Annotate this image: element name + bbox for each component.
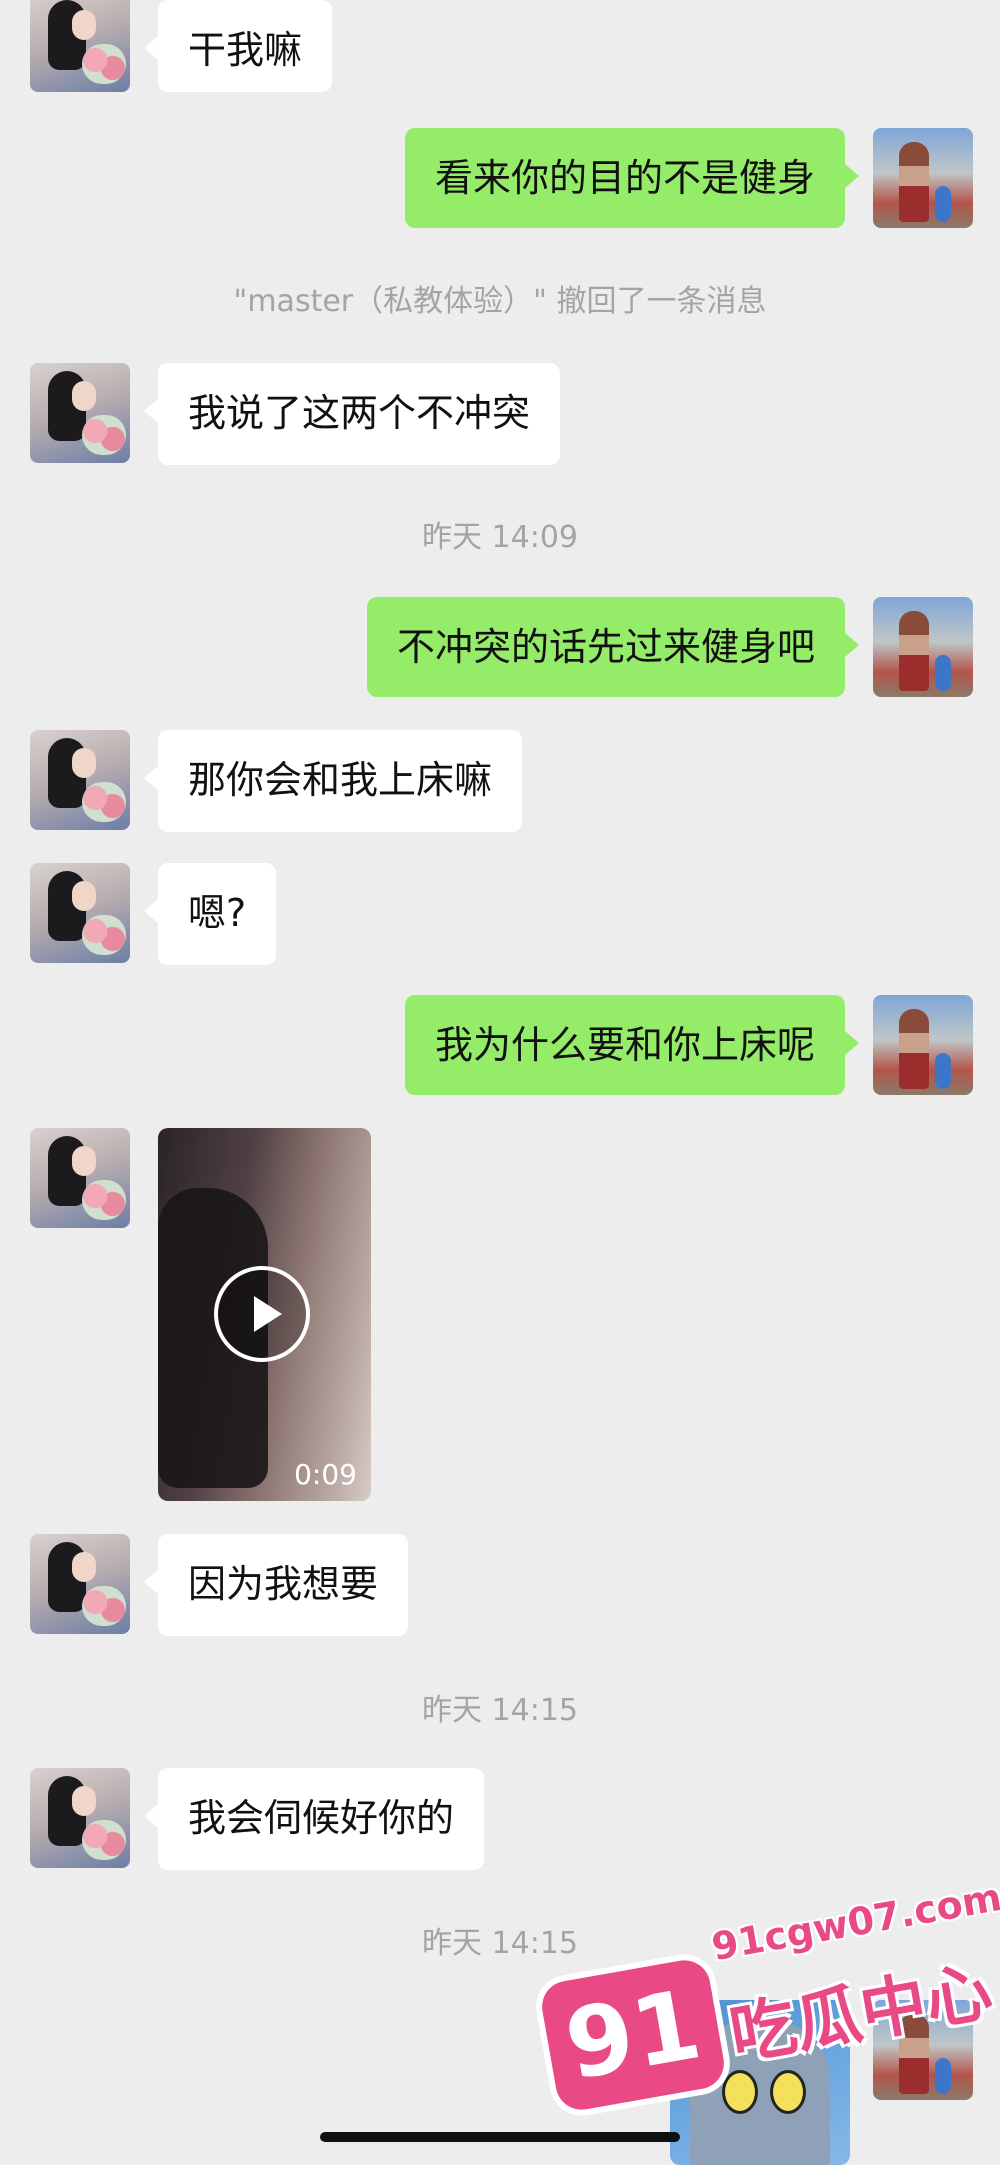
home-indicator[interactable] <box>320 2132 680 2142</box>
video-duration: 0:09 <box>294 1458 357 1491</box>
message-bubble-incoming[interactable]: 那你会和我上床嘛 <box>143 730 523 832</box>
message-bubble-incoming[interactable]: 我会伺候好你的 <box>143 1768 485 1870</box>
contact-avatar[interactable] <box>30 1128 130 1228</box>
contact-avatar[interactable] <box>30 1534 130 1634</box>
my-avatar[interactable] <box>873 597 973 697</box>
timestamp: 昨天 14:09 <box>422 520 578 555</box>
contact-avatar[interactable] <box>30 863 130 963</box>
message-bubble-incoming[interactable]: 我说了这两个不冲突 <box>143 363 561 465</box>
contact-avatar[interactable] <box>30 0 130 92</box>
cat-eye-icon <box>770 2070 806 2114</box>
message-bubble-incoming[interactable]: 因为我想要 <box>143 1534 409 1636</box>
message-bubble-incoming[interactable]: 嗯? <box>143 863 277 965</box>
play-icon[interactable] <box>214 1266 310 1362</box>
message-bubble-outgoing[interactable]: 看来你的目的不是健身 <box>404 128 860 228</box>
my-avatar[interactable] <box>873 995 973 1095</box>
message-bubble-outgoing[interactable]: 不冲突的话先过来健身吧 <box>366 597 860 697</box>
message-bubble-incoming[interactable]: 干我嘛 <box>143 0 333 92</box>
contact-avatar[interactable] <box>30 363 130 463</box>
contact-avatar[interactable] <box>30 730 130 830</box>
video-message[interactable]: 0:09 <box>158 1128 371 1501</box>
message-bubble-outgoing[interactable]: 我为什么要和你上床呢 <box>404 995 860 1095</box>
timestamp: 昨天 14:15 <box>422 1693 578 1728</box>
contact-avatar[interactable] <box>30 1768 130 1868</box>
recall-notice: "master（私教体验）" 撤回了一条消息 <box>233 284 767 319</box>
my-avatar[interactable] <box>873 128 973 228</box>
